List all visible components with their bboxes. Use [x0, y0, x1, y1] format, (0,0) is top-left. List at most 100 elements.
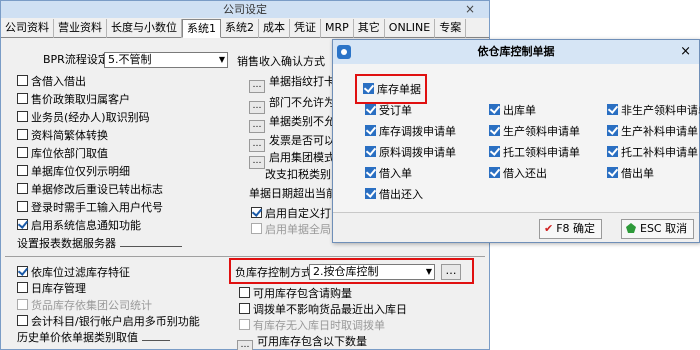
- checkbox-box[interactable]: [17, 266, 28, 277]
- checkbox-box[interactable]: [17, 282, 28, 293]
- checkbox-box[interactable]: [607, 167, 618, 178]
- checkbox-daily-stock[interactable]: 日库存管理: [17, 282, 86, 296]
- bpr-select[interactable]: 5.不管制 ▼: [104, 52, 228, 68]
- checkbox-box[interactable]: [17, 219, 28, 230]
- checkbox-prod-supply-req[interactable]: 生产补料申请单: [607, 125, 698, 139]
- checkbox-lend-borrow[interactable]: 含借入借出: [17, 75, 86, 89]
- checkbox-box[interactable]: [365, 167, 376, 178]
- checkbox-box[interactable]: [607, 125, 618, 136]
- checkbox-label: 含借入借出: [31, 75, 86, 88]
- checkbox-box[interactable]: [365, 146, 376, 157]
- ellipsis-icon[interactable]: …: [237, 340, 253, 350]
- warehouse-control-dialog: 依仓库控制单据 × 库存单据 受订单 库存调拨申请单 原料调拨申请单 借入单 借…: [332, 39, 700, 243]
- ellipsis-icon[interactable]: …: [249, 80, 265, 93]
- checkbox-box[interactable]: [489, 167, 500, 178]
- checkbox-borrow-in[interactable]: 借入单: [365, 167, 412, 181]
- item-group-mode[interactable]: … 启用集团模式: [249, 151, 335, 169]
- tab-system1[interactable]: 系统1: [182, 19, 221, 38]
- checkbox-box[interactable]: [607, 104, 618, 115]
- checkbox-manual-user[interactable]: 登录时需手工输入用户代号: [17, 201, 163, 215]
- tab-company-info[interactable]: 公司资料: [1, 19, 54, 38]
- dialog-title: 依仓库控制单据: [477, 45, 555, 58]
- checkbox-box[interactable]: [17, 315, 28, 326]
- item-include-qty[interactable]: … 可用库存包含以下数量: [237, 335, 367, 350]
- item-invoice[interactable]: … 发票是否可以: [249, 134, 335, 152]
- checkbox-prod-pick-req[interactable]: 生产领料申请单: [489, 125, 580, 139]
- tab-project[interactable]: 专案: [435, 19, 467, 38]
- checkbox-box[interactable]: [17, 93, 28, 104]
- checkbox-borrow-return[interactable]: 借入还出: [489, 167, 547, 181]
- checkbox-box[interactable]: [239, 287, 250, 298]
- checkbox-outbound[interactable]: 出库单: [489, 104, 536, 118]
- checkbox-nonprod-pick-req[interactable]: 非生产领料申请单: [607, 104, 700, 118]
- close-icon[interactable]: ×: [680, 40, 691, 64]
- checkbox-box[interactable]: [17, 129, 28, 140]
- tab-system2[interactable]: 系统2: [221, 19, 259, 38]
- bpr-select-value: 5.不管制: [108, 53, 152, 66]
- tab-cost[interactable]: 成本: [259, 19, 290, 38]
- item-doc-type[interactable]: … 单据类别不允: [249, 115, 335, 133]
- checkbox-sys-notify[interactable]: 启用系统信息通知功能: [17, 219, 141, 233]
- checkbox-box: [251, 223, 262, 234]
- checkbox-box[interactable]: [239, 303, 250, 314]
- tab-mrp[interactable]: MRP: [321, 19, 354, 38]
- checkbox-material-transfer-req[interactable]: 原料调拨申请单: [365, 146, 456, 160]
- checkbox-label: 启用系统信息通知功能: [31, 219, 141, 232]
- checkbox-reset-flag[interactable]: 单据修改后重设已转出标志: [17, 183, 163, 197]
- checkbox-transfer-date[interactable]: 调拨单不影响货品最近出入库日: [239, 303, 407, 317]
- checkbox-label: 登录时需手工输入用户代号: [31, 201, 163, 214]
- checkbox-label: 资料简繁体转换: [31, 129, 108, 142]
- tab-business-info[interactable]: 营业资料: [54, 19, 107, 38]
- dialog-button-bar: ✔ F8 确定 ESC 取消: [333, 212, 699, 242]
- checkbox-outsource-supply-req[interactable]: 托工补料申请单: [607, 146, 698, 160]
- checkbox-box[interactable]: [17, 147, 28, 158]
- checkbox-simp-trad[interactable]: 资料简繁体转换: [17, 129, 108, 143]
- ellipsis-icon[interactable]: …: [249, 120, 265, 133]
- checkbox-filter-location[interactable]: 依库位过滤库存特征: [17, 266, 130, 280]
- checkbox-box[interactable]: [489, 146, 500, 157]
- checkbox-multi-currency[interactable]: 会计科目/银行帐户启用多币别功能: [17, 315, 200, 329]
- checkbox-box[interactable]: [365, 125, 376, 136]
- report-server-label[interactable]: 设置报表数据服务器: [17, 237, 182, 251]
- hist-price-label[interactable]: 历史单价依单据类别取值: [17, 331, 170, 345]
- item-fingerprint[interactable]: … 单据指纹打卡: [249, 75, 335, 93]
- checkbox-box[interactable]: [365, 104, 376, 115]
- ellipsis-icon[interactable]: …: [249, 156, 265, 169]
- checkbox-group-stat: 货品库存依集团公司统计: [17, 299, 152, 313]
- checkbox-lend-out[interactable]: 借出单: [607, 167, 654, 181]
- cancel-button[interactable]: ESC 取消: [621, 219, 695, 239]
- checkbox-sales-order[interactable]: 受订单: [365, 104, 412, 118]
- tab-length-decimal[interactable]: 长度与小数位: [107, 19, 182, 38]
- checkbox-box[interactable]: [251, 207, 262, 218]
- tab-online[interactable]: ONLINE: [385, 19, 436, 38]
- checkbox-location-dept[interactable]: 库位依部门取值: [17, 147, 108, 161]
- item-dept-not-allow[interactable]: … 部门不允许为: [249, 96, 335, 114]
- checkbox-box[interactable]: [17, 183, 28, 194]
- checkbox-stock-transfer-req[interactable]: 库存调拨申请单: [365, 125, 456, 139]
- checkbox-box[interactable]: [365, 188, 376, 199]
- checkbox-box: [239, 319, 250, 330]
- checkbox-lend-return[interactable]: 借出还入: [365, 188, 423, 202]
- tab-bar: 公司资料 营业资料 长度与小数位 系统1 系统2 成本 凭证 MRP 其它 ON…: [1, 19, 489, 38]
- checkbox-box[interactable]: [17, 201, 28, 212]
- checkbox-price-policy[interactable]: 售价政策取归属客户: [17, 93, 130, 107]
- close-icon[interactable]: ×: [465, 1, 475, 18]
- tab-voucher[interactable]: 凭证: [290, 19, 321, 38]
- ellipsis-icon[interactable]: …: [249, 101, 265, 114]
- checkbox-salesman-code[interactable]: 业务员(经办人)取识别码: [17, 111, 150, 125]
- tab-other[interactable]: 其它: [354, 19, 385, 38]
- checkbox-box[interactable]: [607, 146, 618, 157]
- ok-button[interactable]: ✔ F8 确定: [539, 219, 603, 239]
- checkbox-box[interactable]: [17, 165, 28, 176]
- checkbox-location-detail[interactable]: 单据库位仅列示明细: [17, 165, 130, 179]
- checkbox-box[interactable]: [489, 104, 500, 115]
- checkbox-box[interactable]: [489, 125, 500, 136]
- checkbox-box[interactable]: [17, 111, 28, 122]
- checkbox-outsource-pick-req[interactable]: 托工领料申请单: [489, 146, 580, 160]
- checkbox-label: 单据修改后重设已转出标志: [31, 183, 163, 196]
- checkbox-label: 售价政策取归属客户: [31, 93, 130, 106]
- checkbox-custom-print[interactable]: 启用自定义打: [251, 207, 331, 221]
- checkbox-box: [17, 299, 28, 310]
- checkbox-purchase-req[interactable]: 可用库存包含请购量: [239, 287, 352, 301]
- checkbox-box[interactable]: [17, 75, 28, 86]
